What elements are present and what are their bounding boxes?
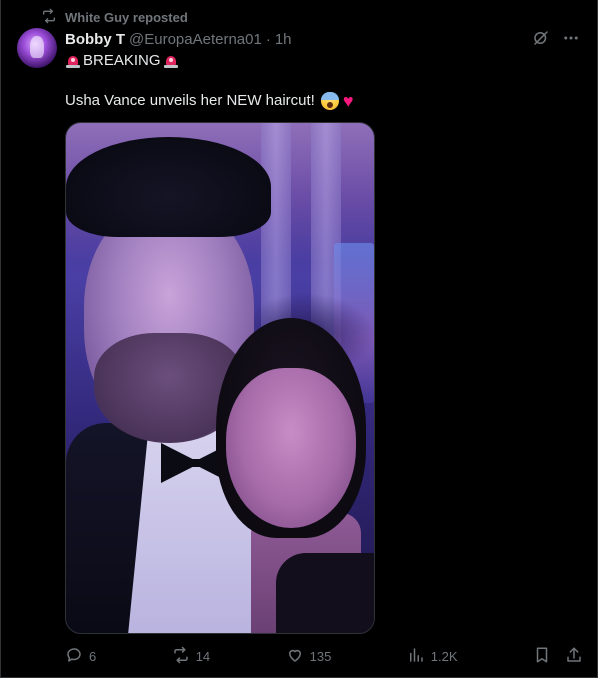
separator-dot: · — [265, 30, 271, 48]
reply-count: 6 — [89, 648, 97, 664]
top-actions — [531, 28, 581, 48]
like-count: 135 — [309, 648, 332, 664]
post-text-line-2: Usha Vance unveils her NEW haircut! ♥ — [65, 91, 354, 111]
share-button[interactable] — [565, 646, 583, 667]
reply-button[interactable]: 6 — [65, 646, 96, 667]
action-bar: 6 14 135 1.2K — [65, 646, 583, 666]
image-woman-dress — [276, 553, 374, 633]
post-header: Bobby T @EuropaAeterna01 · 1h — [65, 30, 292, 48]
more-icon[interactable] — [561, 28, 581, 48]
breaking-text: BREAKING — [83, 52, 161, 69]
avatar-figure — [30, 36, 44, 58]
repost-count: 14 — [195, 648, 211, 664]
views-button[interactable]: 1.2K — [407, 646, 458, 667]
image-man-hat — [66, 137, 271, 237]
share-icon — [565, 646, 583, 667]
avatar[interactable] — [17, 28, 57, 68]
repost-indicator: White Guy reposted — [41, 8, 188, 26]
image-woman-face — [226, 368, 356, 528]
bookmark-button[interactable] — [533, 646, 551, 667]
post-body-text: Usha Vance unveils her NEW haircut! — [65, 92, 315, 109]
repost-icon — [172, 646, 190, 667]
repost-label[interactable]: White Guy reposted — [65, 10, 188, 25]
like-button[interactable]: 135 — [286, 646, 332, 667]
author-name[interactable]: Bobby T — [65, 31, 125, 48]
rotating-light-icon — [65, 53, 81, 69]
bookmark-icon — [533, 646, 551, 667]
heart-icon — [286, 646, 304, 667]
red-heart-icon: ♥ — [342, 91, 354, 111]
author-handle[interactable]: @EuropaAeterna01 — [129, 31, 262, 48]
face-screaming-icon — [320, 92, 339, 110]
repost-icon — [41, 8, 57, 27]
post-time[interactable]: 1h — [275, 31, 292, 48]
post-text-line-1: BREAKING — [65, 51, 179, 71]
reply-icon — [65, 646, 83, 667]
views-bar-icon — [407, 646, 425, 667]
right-actions — [533, 646, 583, 667]
grok-icon[interactable] — [531, 28, 551, 48]
rotating-light-icon — [163, 53, 179, 69]
repost-button[interactable]: 14 — [172, 646, 210, 667]
view-count: 1.2K — [430, 648, 458, 664]
post-image[interactable] — [65, 122, 375, 634]
post-container[interactable]: White Guy reposted Bobby T @EuropaAetern… — [0, 0, 598, 678]
